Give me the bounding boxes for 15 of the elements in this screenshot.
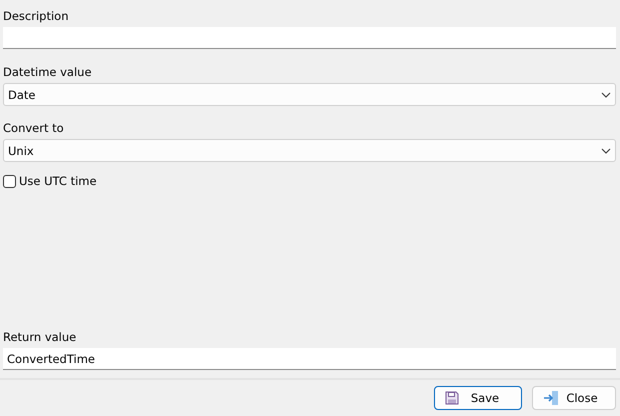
field-label: Return value — [3, 328, 78, 346]
field-label: Description — [3, 8, 70, 24]
checkbox-label: Use UTC time — [19, 174, 97, 188]
chevron-down-icon — [601, 148, 611, 154]
exit-door-icon — [543, 391, 559, 405]
field-label: Datetime value — [3, 64, 93, 80]
close-button[interactable]: Close — [532, 386, 616, 410]
checkbox[interactable] — [3, 174, 16, 188]
input-field[interactable] — [3, 27, 616, 49]
chevron-down-icon — [601, 92, 611, 98]
input-field[interactable]: ConvertedTime — [3, 348, 616, 370]
save-button[interactable]: Save — [434, 386, 522, 410]
field-label: Convert to — [3, 120, 65, 136]
dropdown[interactable]: Unix — [3, 139, 616, 162]
dropdown[interactable]: Date — [3, 83, 616, 106]
